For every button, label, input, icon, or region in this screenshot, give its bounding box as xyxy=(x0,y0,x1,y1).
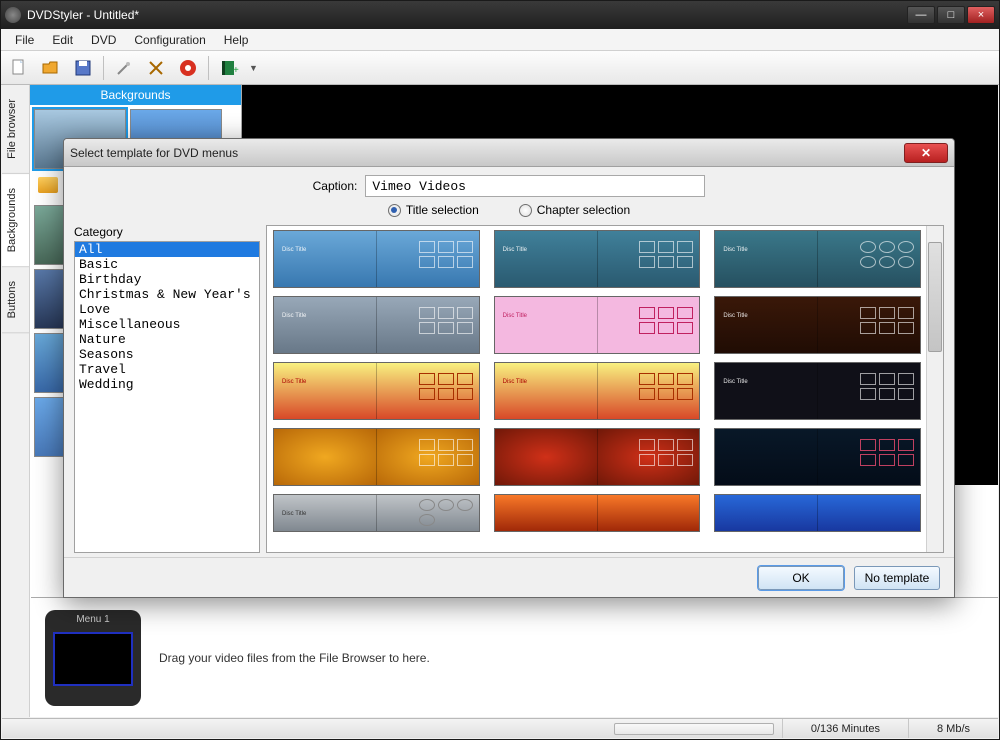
category-item[interactable]: Travel xyxy=(75,362,259,377)
app-icon xyxy=(5,7,21,23)
svg-text:+: + xyxy=(233,65,239,76)
template-thumb[interactable]: Disc Title xyxy=(494,296,701,354)
ok-button[interactable]: OK xyxy=(758,566,844,590)
toolbar-separator xyxy=(208,56,209,80)
dialog-close-button[interactable]: ✕ xyxy=(904,143,948,163)
caption-label: Caption: xyxy=(313,179,358,193)
menu-configuration[interactable]: Configuration xyxy=(126,31,213,49)
category-item[interactable]: Wedding xyxy=(75,377,259,392)
category-item[interactable]: Basic xyxy=(75,257,259,272)
category-item[interactable]: Miscellaneous xyxy=(75,317,259,332)
titlebar: DVDStyler - Untitled* — □ × xyxy=(1,1,999,29)
save-project-button[interactable] xyxy=(71,56,95,80)
template-thumb[interactable] xyxy=(494,494,701,532)
folder-icon[interactable] xyxy=(38,177,58,193)
template-thumb[interactable] xyxy=(273,428,480,486)
caption-input[interactable] xyxy=(365,175,705,197)
template-gallery: Disc Title Disc Title Disc Title Disc Ti… xyxy=(266,225,944,553)
category-item[interactable]: Nature xyxy=(75,332,259,347)
category-pane: Category All Basic Birthday Christmas & … xyxy=(74,225,260,553)
menu-edit[interactable]: Edit xyxy=(44,31,81,49)
template-thumb[interactable]: Disc Title xyxy=(273,494,480,532)
dialog-title: Select template for DVD menus xyxy=(70,146,904,160)
menubar: File Edit DVD Configuration Help xyxy=(1,29,999,51)
side-tabs: File browser Backgrounds Buttons xyxy=(2,85,30,717)
status-bitrate: 8 Mb/s xyxy=(908,719,998,738)
dropdown-icon[interactable]: ▼ xyxy=(249,63,258,73)
template-thumb[interactable] xyxy=(494,428,701,486)
category-list[interactable]: All Basic Birthday Christmas & New Year'… xyxy=(74,241,260,553)
category-label: Category xyxy=(74,225,260,239)
radio-chapter-selection[interactable]: Chapter selection xyxy=(519,203,630,217)
template-scrollbar[interactable] xyxy=(926,226,943,552)
drag-hint: Drag your video files from the File Brow… xyxy=(159,651,430,665)
template-thumb[interactable]: Disc Title xyxy=(714,362,921,420)
category-item[interactable]: Seasons xyxy=(75,347,259,362)
backgrounds-header: Backgrounds xyxy=(30,85,241,105)
tab-backgrounds[interactable]: Backgrounds xyxy=(2,174,29,267)
burn-button[interactable] xyxy=(176,56,200,80)
dialog-footer: OK No template xyxy=(64,557,954,597)
toolbar-separator xyxy=(103,56,104,80)
tools-button[interactable] xyxy=(144,56,168,80)
template-thumb[interactable]: Disc Title xyxy=(714,230,921,288)
menu-thumbnail[interactable]: Menu 1 xyxy=(45,610,141,706)
menu-thumb-label: Menu 1 xyxy=(45,614,141,625)
maximize-button[interactable]: □ xyxy=(937,6,965,24)
close-button[interactable]: × xyxy=(967,6,995,24)
radio-icon xyxy=(519,204,532,217)
category-item[interactable]: All xyxy=(75,242,259,257)
template-thumb[interactable]: Disc Title xyxy=(273,362,480,420)
add-video-button[interactable]: + xyxy=(217,56,241,80)
minimize-button[interactable]: — xyxy=(907,6,935,24)
template-thumb[interactable]: Disc Title xyxy=(273,296,480,354)
no-template-button[interactable]: No template xyxy=(854,566,940,590)
template-thumb[interactable]: Disc Title xyxy=(494,362,701,420)
template-dialog: Select template for DVD menus ✕ Caption:… xyxy=(63,138,955,598)
category-item[interactable]: Birthday xyxy=(75,272,259,287)
new-project-button[interactable] xyxy=(7,56,31,80)
toolbar: + ▼ xyxy=(1,51,999,85)
window-title: DVDStyler - Untitled* xyxy=(27,8,907,22)
menu-dvd[interactable]: DVD xyxy=(83,31,124,49)
disc-usage-bar xyxy=(614,723,774,735)
menu-thumb-canvas xyxy=(53,632,133,686)
status-minutes: 0/136 Minutes xyxy=(782,719,908,738)
tab-buttons[interactable]: Buttons xyxy=(2,267,29,333)
timeline-pane: Menu 1 Drag your video files from the Fi… xyxy=(31,597,998,717)
template-thumb[interactable]: Disc Title xyxy=(714,296,921,354)
radio-icon xyxy=(388,204,401,217)
scrollbar-thumb[interactable] xyxy=(928,242,942,352)
tab-file-browser[interactable]: File browser xyxy=(2,85,29,174)
open-project-button[interactable] xyxy=(39,56,63,80)
template-thumb[interactable]: Disc Title xyxy=(494,230,701,288)
template-thumb[interactable] xyxy=(714,494,921,532)
statusbar: 0/136 Minutes 8 Mb/s xyxy=(2,718,998,738)
radio-title-selection[interactable]: Title selection xyxy=(388,203,479,217)
settings-button[interactable] xyxy=(112,56,136,80)
menu-file[interactable]: File xyxy=(7,31,42,49)
menu-help[interactable]: Help xyxy=(216,31,257,49)
category-item[interactable]: Love xyxy=(75,302,259,317)
dialog-titlebar: Select template for DVD menus ✕ xyxy=(64,139,954,167)
selection-mode-row: Title selection Chapter selection xyxy=(74,203,944,217)
caption-row: Caption: xyxy=(74,175,944,197)
template-thumb[interactable]: Disc Title xyxy=(273,230,480,288)
template-thumb[interactable] xyxy=(714,428,921,486)
category-item[interactable]: Christmas & New Year's Eve xyxy=(75,287,259,302)
